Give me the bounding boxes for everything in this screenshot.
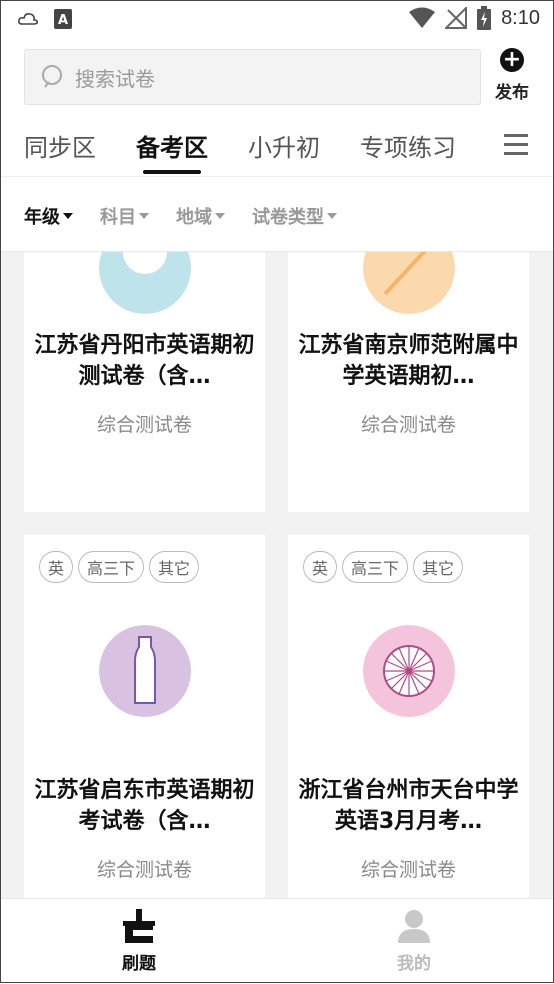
- filter-subject[interactable]: 科目: [100, 203, 149, 229]
- nav-mine-label: 我的: [397, 954, 431, 974]
- battery-charging-icon: [477, 6, 492, 30]
- paper-title: 浙江省台州市天台中学英语3月月考…: [298, 778, 519, 834]
- person-icon: [398, 910, 430, 943]
- category-tag: 其它: [413, 551, 464, 583]
- paper-type: 综合测试卷: [96, 414, 192, 436]
- search-placeholder: 搜索试卷: [75, 66, 155, 91]
- tab-sync[interactable]: 同步区: [24, 128, 96, 163]
- paper-type: 综合测试卷: [96, 859, 192, 881]
- pencil-icon: [363, 252, 455, 314]
- status-bar: A 8:10: [0, 0, 554, 38]
- wifi-icon: [409, 7, 436, 28]
- paper-title: 江苏省南京师范附属中学英语期初…: [298, 333, 519, 389]
- filter-paper-type-label: 试卷类型: [252, 207, 324, 228]
- publish-button[interactable]: + 发布: [490, 48, 534, 108]
- subject-tag: 英: [39, 551, 74, 583]
- chevron-down-icon: [63, 213, 73, 219]
- grade-tag: 高三下: [78, 551, 145, 583]
- paper-type: 综合测试卷: [360, 859, 456, 881]
- paper-card[interactable]: 英 高三下 其它 浙江省台州市天台中学英语3月月考… 综合测试卷: [288, 535, 529, 898]
- nav-practice-label: 刷题: [122, 954, 156, 974]
- a-notification-icon: A: [54, 9, 72, 29]
- paper-card[interactable]: 英 高三下 其它 江苏省启东市英语期初考试卷（含… 综合测试卷: [24, 535, 265, 898]
- brush-icon: [123, 909, 155, 943]
- search-input[interactable]: 搜索试卷: [24, 49, 481, 105]
- subject-tag: 英: [303, 551, 338, 583]
- filter-paper-type[interactable]: 试卷类型: [252, 203, 337, 229]
- tab-special-practice[interactable]: 专项练习: [360, 128, 456, 163]
- search-icon: [42, 65, 62, 88]
- tape-roll-icon: [99, 252, 191, 314]
- filter-grade-label: 年级: [24, 207, 60, 228]
- menu-icon[interactable]: [504, 134, 528, 156]
- tab-primary-to-middle[interactable]: 小升初: [248, 128, 320, 163]
- filter-region-label: 地域: [176, 207, 212, 228]
- category-tabs: 同步区 备考区 小升初 专项练习: [0, 116, 554, 177]
- paper-list: 江苏省丹阳市英语期初测试卷（含… 综合测试卷 江苏省南京师范附属中学英语期初… …: [0, 252, 554, 898]
- active-tab-indicator: [143, 170, 201, 174]
- chevron-down-icon: [327, 213, 337, 219]
- chevron-down-icon: [215, 213, 225, 219]
- paper-title: 江苏省丹阳市英语期初测试卷（含…: [34, 333, 255, 389]
- nav-practice[interactable]: 刷题: [79, 909, 199, 974]
- grade-tag: 高三下: [342, 551, 409, 583]
- category-tag: 其它: [149, 551, 200, 583]
- bottle-icon: [99, 625, 191, 717]
- filter-bar: 年级 科目 地域 试卷类型: [0, 177, 554, 252]
- chevron-down-icon: [139, 213, 149, 219]
- tag-list: 英 高三下 其它: [39, 551, 200, 583]
- status-time: 8:10: [501, 6, 540, 29]
- paper-card[interactable]: 江苏省丹阳市英语期初测试卷（含… 综合测试卷: [24, 252, 265, 512]
- paper-type: 综合测试卷: [360, 414, 456, 436]
- no-signal-icon: [445, 7, 468, 29]
- publish-label: 发布: [495, 83, 529, 103]
- svg-text:A: A: [58, 13, 68, 28]
- filter-grade[interactable]: 年级: [24, 203, 73, 229]
- plus-circle-icon: +: [500, 48, 524, 72]
- nav-mine[interactable]: 我的: [354, 909, 474, 974]
- bottom-navigation: 刷题 我的: [0, 898, 554, 984]
- tag-list: 英 高三下 其它: [303, 551, 464, 583]
- tab-exam-prep[interactable]: 备考区: [136, 128, 208, 163]
- paper-title: 江苏省启东市英语期初考试卷（含…: [34, 778, 255, 834]
- top-bar: 搜索试卷 + 发布: [0, 38, 554, 116]
- filter-subject-label: 科目: [100, 207, 136, 228]
- citrus-slice-icon: [363, 625, 455, 717]
- cloud-icon: [18, 13, 38, 25]
- paper-card[interactable]: 江苏省南京师范附属中学英语期初… 综合测试卷: [288, 252, 529, 512]
- filter-region[interactable]: 地域: [176, 203, 225, 229]
